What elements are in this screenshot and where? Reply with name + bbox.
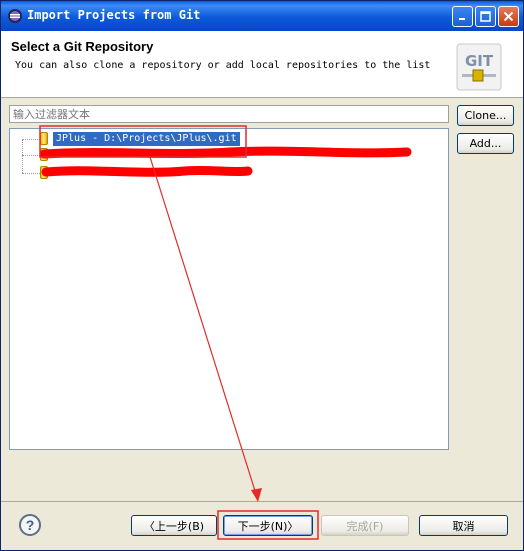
footer-divider — [1, 501, 523, 502]
tree-item-redacted-2[interactable] — [10, 165, 430, 181]
wizard-header: Select a Git Repository You can also clo… — [1, 31, 523, 98]
cancel-button-label: 取消 — [452, 519, 475, 533]
help-icon[interactable]: ? — [19, 514, 41, 536]
finish-button[interactable]: 完成(F) — [321, 515, 409, 536]
finish-button-label: 完成(F) — [346, 519, 384, 533]
window-title: Import Projects from Git — [27, 8, 201, 22]
tree-item-redacted-1[interactable] — [10, 147, 430, 163]
add-button-label: Add... — [469, 137, 502, 150]
repository-icon — [40, 132, 48, 145]
filter-input[interactable] — [9, 105, 449, 123]
help-icon-glyph: ? — [25, 517, 35, 533]
repository-icon — [40, 148, 48, 161]
clone-button[interactable]: Clone... — [457, 105, 514, 126]
minimize-icon — [459, 18, 465, 20]
add-button[interactable]: Add... — [457, 133, 514, 154]
minimize-button[interactable] — [452, 6, 473, 27]
cancel-button[interactable]: 取消 — [419, 515, 508, 536]
tree-branch-line — [22, 155, 40, 156]
tree-item-label: JPlus - D:\Projects\JPlus\.git — [53, 132, 240, 146]
import-dialog: Import Projects from Git Select a Git Re… — [0, 0, 524, 551]
tree-branch-line — [22, 173, 40, 174]
repository-tree[interactable]: JPlus - D:\Projects\JPlus\.git — [9, 128, 449, 450]
repository-icon — [40, 166, 48, 179]
close-icon — [503, 11, 514, 22]
page-description: You can also clone a repository or add l… — [15, 60, 431, 71]
maximize-button[interactable] — [475, 6, 496, 27]
git-logo-text: GIT — [465, 52, 494, 70]
tree-item-jplus[interactable]: JPlus - D:\Projects\JPlus\.git — [10, 131, 430, 147]
next-button-label: 下一步(N)〉 — [237, 519, 299, 533]
eclipse-icon — [8, 9, 22, 23]
maximize-icon — [480, 11, 491, 22]
close-button[interactable] — [498, 6, 519, 27]
git-logo-icon: GIT — [456, 43, 502, 91]
page-title: Select a Git Repository — [11, 39, 154, 54]
tree-branch-line — [22, 139, 40, 140]
back-button-label: 〈上一步(B) — [143, 519, 205, 533]
title-bar[interactable]: Import Projects from Git — [1, 1, 523, 31]
back-button[interactable]: 〈上一步(B) — [131, 515, 217, 536]
next-button[interactable]: 下一步(N)〉 — [223, 515, 313, 536]
clone-button-label: Clone... — [464, 109, 507, 122]
